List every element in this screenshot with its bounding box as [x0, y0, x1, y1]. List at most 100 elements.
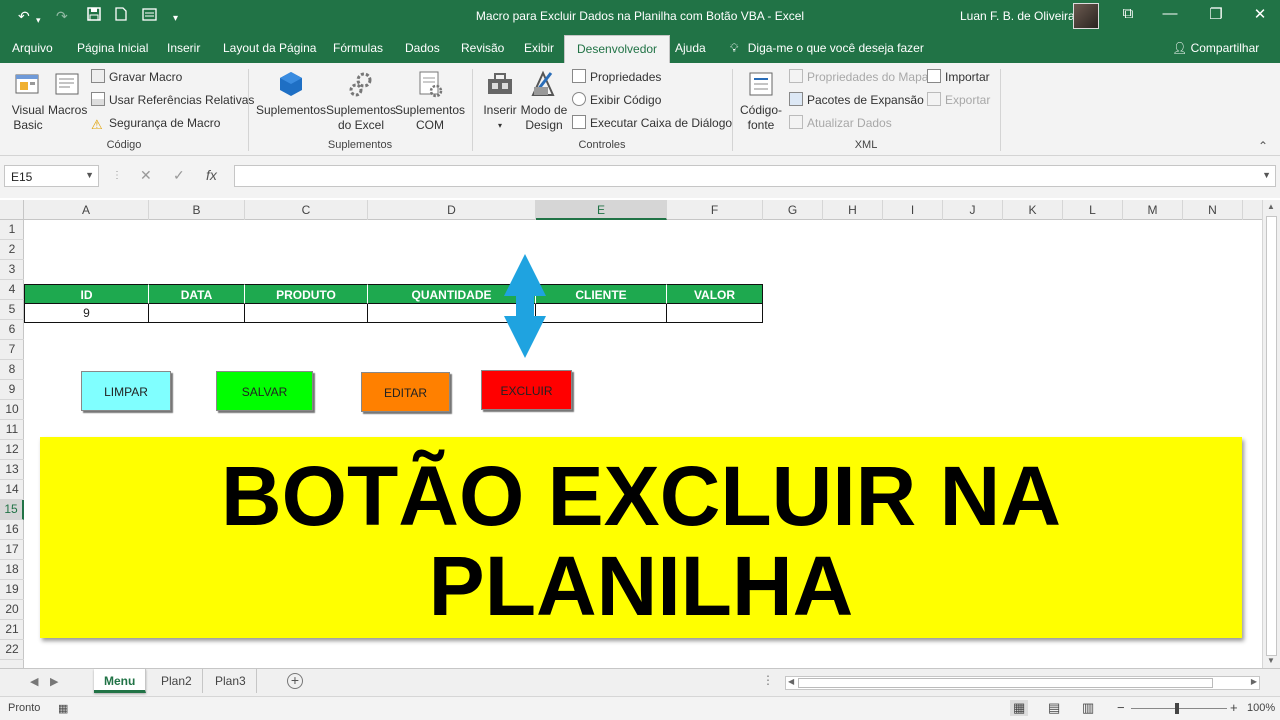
- customize-quick-access-icon[interactable]: ▾: [173, 10, 178, 28]
- row-header-22[interactable]: 22: [0, 640, 24, 660]
- scroll-left-icon[interactable]: ◀: [788, 677, 794, 686]
- row-header-15[interactable]: 15: [0, 500, 24, 520]
- tell-me-search[interactable]: 💡︎ Diga-me o que você deseja fazer: [730, 41, 924, 56]
- page-break-view-icon[interactable]: ▥: [1082, 700, 1094, 716]
- expand-formula-icon[interactable]: ▼: [1262, 170, 1271, 180]
- importar-button[interactable]: Importar: [927, 69, 990, 85]
- suplementos-com-button[interactable]: Suplementos COM: [395, 69, 465, 133]
- name-box[interactable]: E15 ▼: [4, 165, 99, 187]
- close-icon[interactable]: ✕: [1240, 5, 1280, 23]
- drag-handle-icon[interactable]: ⋮: [112, 170, 122, 181]
- editar-button[interactable]: EDITAR: [361, 372, 450, 412]
- redo-icon[interactable]: ↷: [56, 7, 68, 25]
- executar-caixa-de-dialogo-button[interactable]: Executar Caixa de Diálogo: [572, 115, 732, 131]
- row-header-1[interactable]: 1: [0, 220, 24, 240]
- table-header-valor[interactable]: VALOR: [667, 284, 763, 304]
- column-header-c[interactable]: C: [245, 200, 368, 220]
- tab-ajuda[interactable]: Ajuda: [675, 41, 706, 55]
- column-header-d[interactable]: D: [368, 200, 536, 220]
- page-layout-view-icon[interactable]: ▤: [1048, 700, 1060, 716]
- exibir-codigo-button[interactable]: Exibir Código: [572, 92, 661, 108]
- row-header-8[interactable]: 8: [0, 360, 24, 380]
- suplementos-excel-button[interactable]: Suplementos do Excel: [325, 69, 397, 133]
- tab-exibir[interactable]: Exibir: [524, 41, 554, 55]
- macros-button[interactable]: Macros: [48, 69, 87, 118]
- column-header-n[interactable]: N: [1183, 200, 1243, 220]
- title-banner[interactable]: BOTÃO EXCLUIR NA PLANILHA: [40, 437, 1242, 638]
- normal-view-icon[interactable]: ▦: [1010, 700, 1029, 716]
- column-header-b[interactable]: B: [149, 200, 245, 220]
- row-header-11[interactable]: 11: [0, 420, 24, 440]
- tab-desenvolvedor[interactable]: Desenvolvedor: [564, 35, 671, 63]
- row-header-16[interactable]: 16: [0, 520, 24, 540]
- add-sheet-icon[interactable]: +: [287, 673, 303, 689]
- excluir-button[interactable]: EXCLUIR: [481, 370, 572, 410]
- row-header-20[interactable]: 20: [0, 600, 24, 620]
- tab-dados[interactable]: Dados: [405, 41, 440, 55]
- suplementos-button[interactable]: Suplementos: [256, 69, 326, 118]
- horizontal-scroll-thumb[interactable]: [798, 678, 1213, 688]
- row-header-18[interactable]: 18: [0, 560, 24, 580]
- pacotes-de-expansao-button[interactable]: Pacotes de Expansão: [789, 92, 924, 108]
- propriedades-do-mapa-button[interactable]: Propriedades do Mapa: [789, 69, 928, 85]
- tab-formulas[interactable]: Fórmulas: [333, 41, 383, 55]
- row-header-3[interactable]: 3: [0, 260, 24, 280]
- tab-revisao[interactable]: Revisão: [461, 41, 504, 55]
- share-button[interactable]: 👤︎ Compartilhar: [1172, 41, 1259, 55]
- table-cell-id[interactable]: 9: [24, 304, 149, 323]
- column-header-m[interactable]: M: [1123, 200, 1183, 220]
- split-handle-icon[interactable]: ⋮: [762, 673, 774, 687]
- table-cell-data[interactable]: [149, 304, 245, 323]
- sheet-nav-left-icon[interactable]: ◀: [30, 675, 38, 688]
- form-icon[interactable]: [142, 7, 157, 25]
- horizontal-scrollbar[interactable]: ◀ ▶: [785, 676, 1260, 690]
- row-header-21[interactable]: 21: [0, 620, 24, 640]
- vertical-scroll-thumb[interactable]: [1266, 216, 1277, 656]
- tab-inserir[interactable]: Inserir: [167, 41, 200, 55]
- chevron-down-icon[interactable]: ▾: [36, 11, 41, 29]
- seguranca-de-macro-button[interactable]: ⚠ Segurança de Macro: [91, 115, 220, 132]
- row-header-7[interactable]: 7: [0, 340, 24, 360]
- row-header-14[interactable]: 14: [0, 480, 24, 500]
- tab-pagina-inicial[interactable]: Página Inicial: [77, 41, 148, 55]
- collapse-ribbon-icon[interactable]: ⌃: [1258, 139, 1268, 153]
- row-header-6[interactable]: 6: [0, 320, 24, 340]
- zoom-in-icon[interactable]: +: [1230, 700, 1238, 715]
- sheet-tab-menu[interactable]: Menu: [94, 669, 147, 693]
- avatar[interactable]: [1073, 3, 1099, 29]
- limpar-button[interactable]: LIMPAR: [81, 371, 171, 411]
- propriedades-button[interactable]: Propriedades: [572, 69, 661, 85]
- new-file-icon[interactable]: [115, 7, 127, 25]
- salvar-button[interactable]: SALVAR: [216, 371, 313, 411]
- modo-de-design-button[interactable]: Modo de Design: [518, 69, 570, 133]
- minimize-icon[interactable]: —: [1150, 5, 1190, 22]
- zoom-slider[interactable]: [1131, 708, 1227, 709]
- column-header-k[interactable]: K: [1003, 200, 1063, 220]
- column-header-h[interactable]: H: [823, 200, 883, 220]
- row-header-12[interactable]: 12: [0, 440, 24, 460]
- column-header-i[interactable]: I: [883, 200, 943, 220]
- chevron-down-icon[interactable]: ▼: [85, 170, 94, 180]
- row-header-2[interactable]: 2: [0, 240, 24, 260]
- table-header-produto[interactable]: PRODUTO: [245, 284, 368, 304]
- sheet-tab-plan2[interactable]: Plan2: [151, 669, 203, 693]
- row-header-19[interactable]: 19: [0, 580, 24, 600]
- table-cell-produto[interactable]: [245, 304, 368, 323]
- sheet-nav-right-icon[interactable]: ▶: [50, 675, 58, 688]
- usar-referencias-relativas-button[interactable]: Usar Referências Relativas: [91, 92, 254, 108]
- undo-icon[interactable]: ↶: [18, 7, 30, 25]
- atualizar-dados-button[interactable]: Atualizar Dados: [789, 115, 892, 131]
- select-all-corner[interactable]: [0, 200, 24, 220]
- vertical-scrollbar[interactable]: ▲ ▼: [1262, 200, 1280, 668]
- row-header-5[interactable]: 5: [0, 300, 24, 320]
- enter-icon[interactable]: ✓: [173, 167, 185, 184]
- row-header-10[interactable]: 10: [0, 400, 24, 420]
- user-name[interactable]: Luan F. B. de Oliveira: [960, 9, 1075, 23]
- column-header-j[interactable]: J: [943, 200, 1003, 220]
- row-header-13[interactable]: 13: [0, 460, 24, 480]
- zoom-level[interactable]: 100%: [1247, 702, 1275, 714]
- macro-recording-icon[interactable]: ▦: [58, 702, 68, 715]
- row-header-17[interactable]: 17: [0, 540, 24, 560]
- zoom-slider-thumb[interactable]: [1175, 703, 1179, 714]
- column-header-l[interactable]: L: [1063, 200, 1123, 220]
